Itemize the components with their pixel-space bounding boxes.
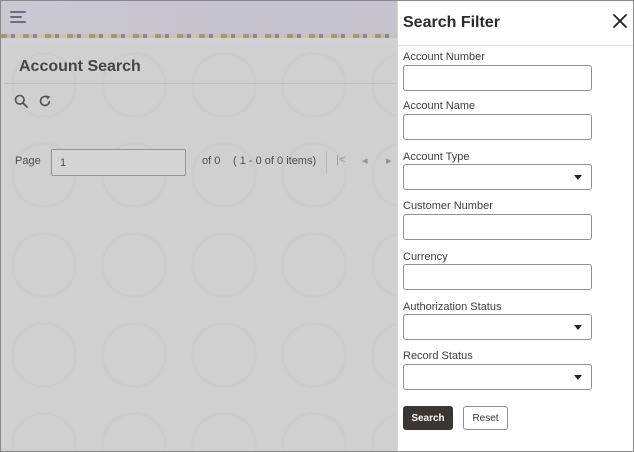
authorization-status-label: Authorization Status <box>403 301 502 313</box>
reset-button[interactable]: Reset <box>463 406 508 430</box>
customer-number-input[interactable] <box>403 214 592 240</box>
search-filter-drawer: Search Filter Account Number Account Nam… <box>397 1 633 451</box>
chevron-down-icon <box>574 375 582 380</box>
record-status-select[interactable] <box>403 364 592 390</box>
account-type-label: Account Type <box>403 151 470 163</box>
account-number-input[interactable] <box>403 65 592 91</box>
account-name-label: Account Name <box>403 100 476 112</box>
close-icon[interactable] <box>612 13 628 29</box>
chevron-down-icon <box>574 175 582 180</box>
account-type-select[interactable] <box>403 164 592 190</box>
application-window: Account Search Page of 0 ( 1 - 0 of 0 it… <box>0 0 634 452</box>
record-status-label: Record Status <box>403 350 473 362</box>
search-button[interactable]: Search <box>403 406 453 430</box>
modal-backdrop[interactable] <box>1 1 397 451</box>
account-number-label: Account Number <box>403 51 485 63</box>
authorization-status-select[interactable] <box>403 314 592 340</box>
chevron-down-icon <box>574 325 582 330</box>
customer-number-label: Customer Number <box>403 200 493 212</box>
currency-label: Currency <box>403 251 448 263</box>
drawer-divider <box>398 45 633 46</box>
drawer-title: Search Filter <box>403 14 500 31</box>
currency-input[interactable] <box>403 264 592 290</box>
account-name-input[interactable] <box>403 114 592 140</box>
